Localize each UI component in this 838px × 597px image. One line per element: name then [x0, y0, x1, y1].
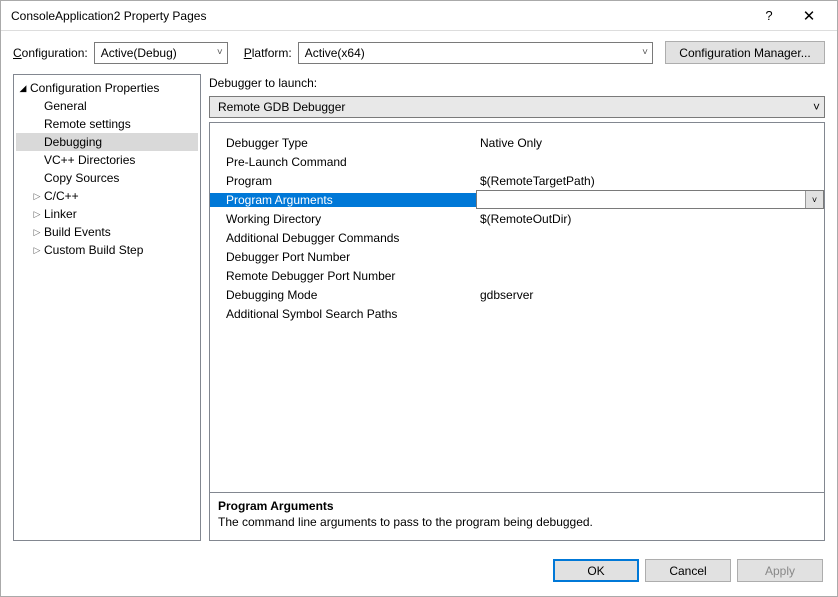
debugger-launch-combo[interactable]: Remote GDB Debugger ˅ — [209, 96, 825, 118]
platform-combo[interactable]: Active(x64) ˅ — [298, 42, 653, 64]
configuration-manager-button[interactable]: Configuration Manager... — [665, 41, 825, 64]
property-row[interactable]: Working Directory$(RemoteOutDir) — [210, 209, 824, 228]
debugger-launch-label: Debugger to launch: — [209, 74, 825, 92]
tree-item[interactable]: General — [16, 97, 198, 115]
cancel-button[interactable]: Cancel — [645, 559, 731, 582]
tree-item-label: Remote settings — [44, 117, 131, 131]
chevron-down-icon: ˅ — [813, 100, 820, 114]
nav-tree[interactable]: ◢ Configuration Properties General Remote… — [13, 74, 201, 541]
debugger-launch-value: Remote GDB Debugger — [218, 100, 345, 114]
tree-item[interactable]: VC++ Directories — [16, 151, 198, 169]
tree-item-label: C/C++ — [44, 189, 79, 203]
tree-item[interactable]: ▷Custom Build Step — [16, 241, 198, 259]
property-row[interactable]: Pre-Launch Command — [210, 152, 824, 171]
property-grid: Debugger TypeNative OnlyPre-Launch Comma… — [209, 122, 825, 541]
property-label: Program Arguments — [210, 193, 476, 207]
chevron-down-icon: ˅ — [642, 47, 648, 58]
configuration-label: Configuration: — [13, 46, 88, 60]
property-label: Debugger Type — [210, 136, 476, 150]
property-value[interactable]: gdbserver — [476, 288, 824, 302]
tree-item-label: VC++ Directories — [44, 153, 135, 167]
property-row[interactable]: Program Arguments ˅ — [210, 190, 824, 209]
property-value[interactable]: Native Only — [476, 136, 824, 150]
tree-item[interactable]: Debugging — [16, 133, 198, 151]
chevron-right-icon[interactable]: ▷ — [30, 227, 44, 238]
platform-value: Active(x64) — [305, 46, 365, 60]
dialog-buttons: OK Cancel Apply — [1, 549, 837, 596]
tree-item-label: Copy Sources — [44, 171, 119, 185]
apply-button[interactable]: Apply — [737, 559, 823, 582]
property-label: Remote Debugger Port Number — [210, 269, 476, 283]
tree-root[interactable]: ◢ Configuration Properties — [16, 79, 198, 97]
ok-button[interactable]: OK — [553, 559, 639, 582]
property-value[interactable]: ˅ — [476, 190, 824, 209]
property-row[interactable]: Debugging Modegdbserver — [210, 285, 824, 304]
tree-item-label: Debugging — [44, 135, 102, 149]
chevron-right-icon[interactable]: ▷ — [30, 191, 44, 202]
property-row[interactable]: Remote Debugger Port Number — [210, 266, 824, 285]
property-row[interactable]: Program$(RemoteTargetPath) — [210, 171, 824, 190]
tree-item-label: General — [44, 99, 87, 113]
property-label: Additional Debugger Commands — [210, 231, 476, 245]
chevron-right-icon[interactable]: ▷ — [30, 209, 44, 220]
platform-label: Platform: — [244, 46, 292, 60]
property-value[interactable]: $(RemoteOutDir) — [476, 212, 824, 226]
property-label: Working Directory — [210, 212, 476, 226]
property-row[interactable]: Additional Symbol Search Paths — [210, 304, 824, 323]
tree-item[interactable]: ▷Build Events — [16, 223, 198, 241]
chevron-right-icon[interactable]: ▷ — [30, 245, 44, 256]
property-label: Additional Symbol Search Paths — [210, 307, 476, 321]
description-panel: Program Arguments The command line argum… — [210, 492, 824, 540]
property-row[interactable]: Additional Debugger Commands — [210, 228, 824, 247]
description-text: The command line arguments to pass to th… — [218, 515, 816, 529]
property-row[interactable]: Debugger TypeNative Only — [210, 133, 824, 152]
property-label: Program — [210, 174, 476, 188]
window-title: ConsoleApplication2 Property Pages — [11, 9, 749, 23]
tree-item[interactable]: Copy Sources — [16, 169, 198, 187]
tree-root-label: Configuration Properties — [30, 81, 159, 95]
chevron-down-icon[interactable]: ˅ — [805, 191, 823, 208]
configuration-value: Active(Debug) — [101, 46, 177, 60]
property-value[interactable]: $(RemoteTargetPath) — [476, 174, 824, 188]
property-grid-rows: Debugger TypeNative OnlyPre-Launch Comma… — [210, 123, 824, 492]
tree-item-label: Build Events — [44, 225, 111, 239]
tree-item[interactable]: ▷C/C++ — [16, 187, 198, 205]
property-label: Debugging Mode — [210, 288, 476, 302]
property-label: Pre-Launch Command — [210, 155, 476, 169]
tree-item-label: Linker — [44, 207, 77, 221]
tree-item[interactable]: ▷Linker — [16, 205, 198, 223]
description-title: Program Arguments — [218, 499, 816, 513]
titlebar: ConsoleApplication2 Property Pages ? ✕ — [1, 1, 837, 31]
tree-item-label: Custom Build Step — [44, 243, 143, 257]
help-button[interactable]: ? — [749, 2, 789, 30]
config-row: Configuration: Active(Debug) ˅ Platform:… — [1, 31, 837, 74]
chevron-down-icon[interactable]: ◢ — [16, 83, 30, 94]
configuration-combo[interactable]: Active(Debug) ˅ — [94, 42, 228, 64]
chevron-down-icon: ˅ — [217, 47, 223, 58]
close-button[interactable]: ✕ — [789, 2, 829, 30]
property-label: Debugger Port Number — [210, 250, 476, 264]
tree-item[interactable]: Remote settings — [16, 115, 198, 133]
property-row[interactable]: Debugger Port Number — [210, 247, 824, 266]
